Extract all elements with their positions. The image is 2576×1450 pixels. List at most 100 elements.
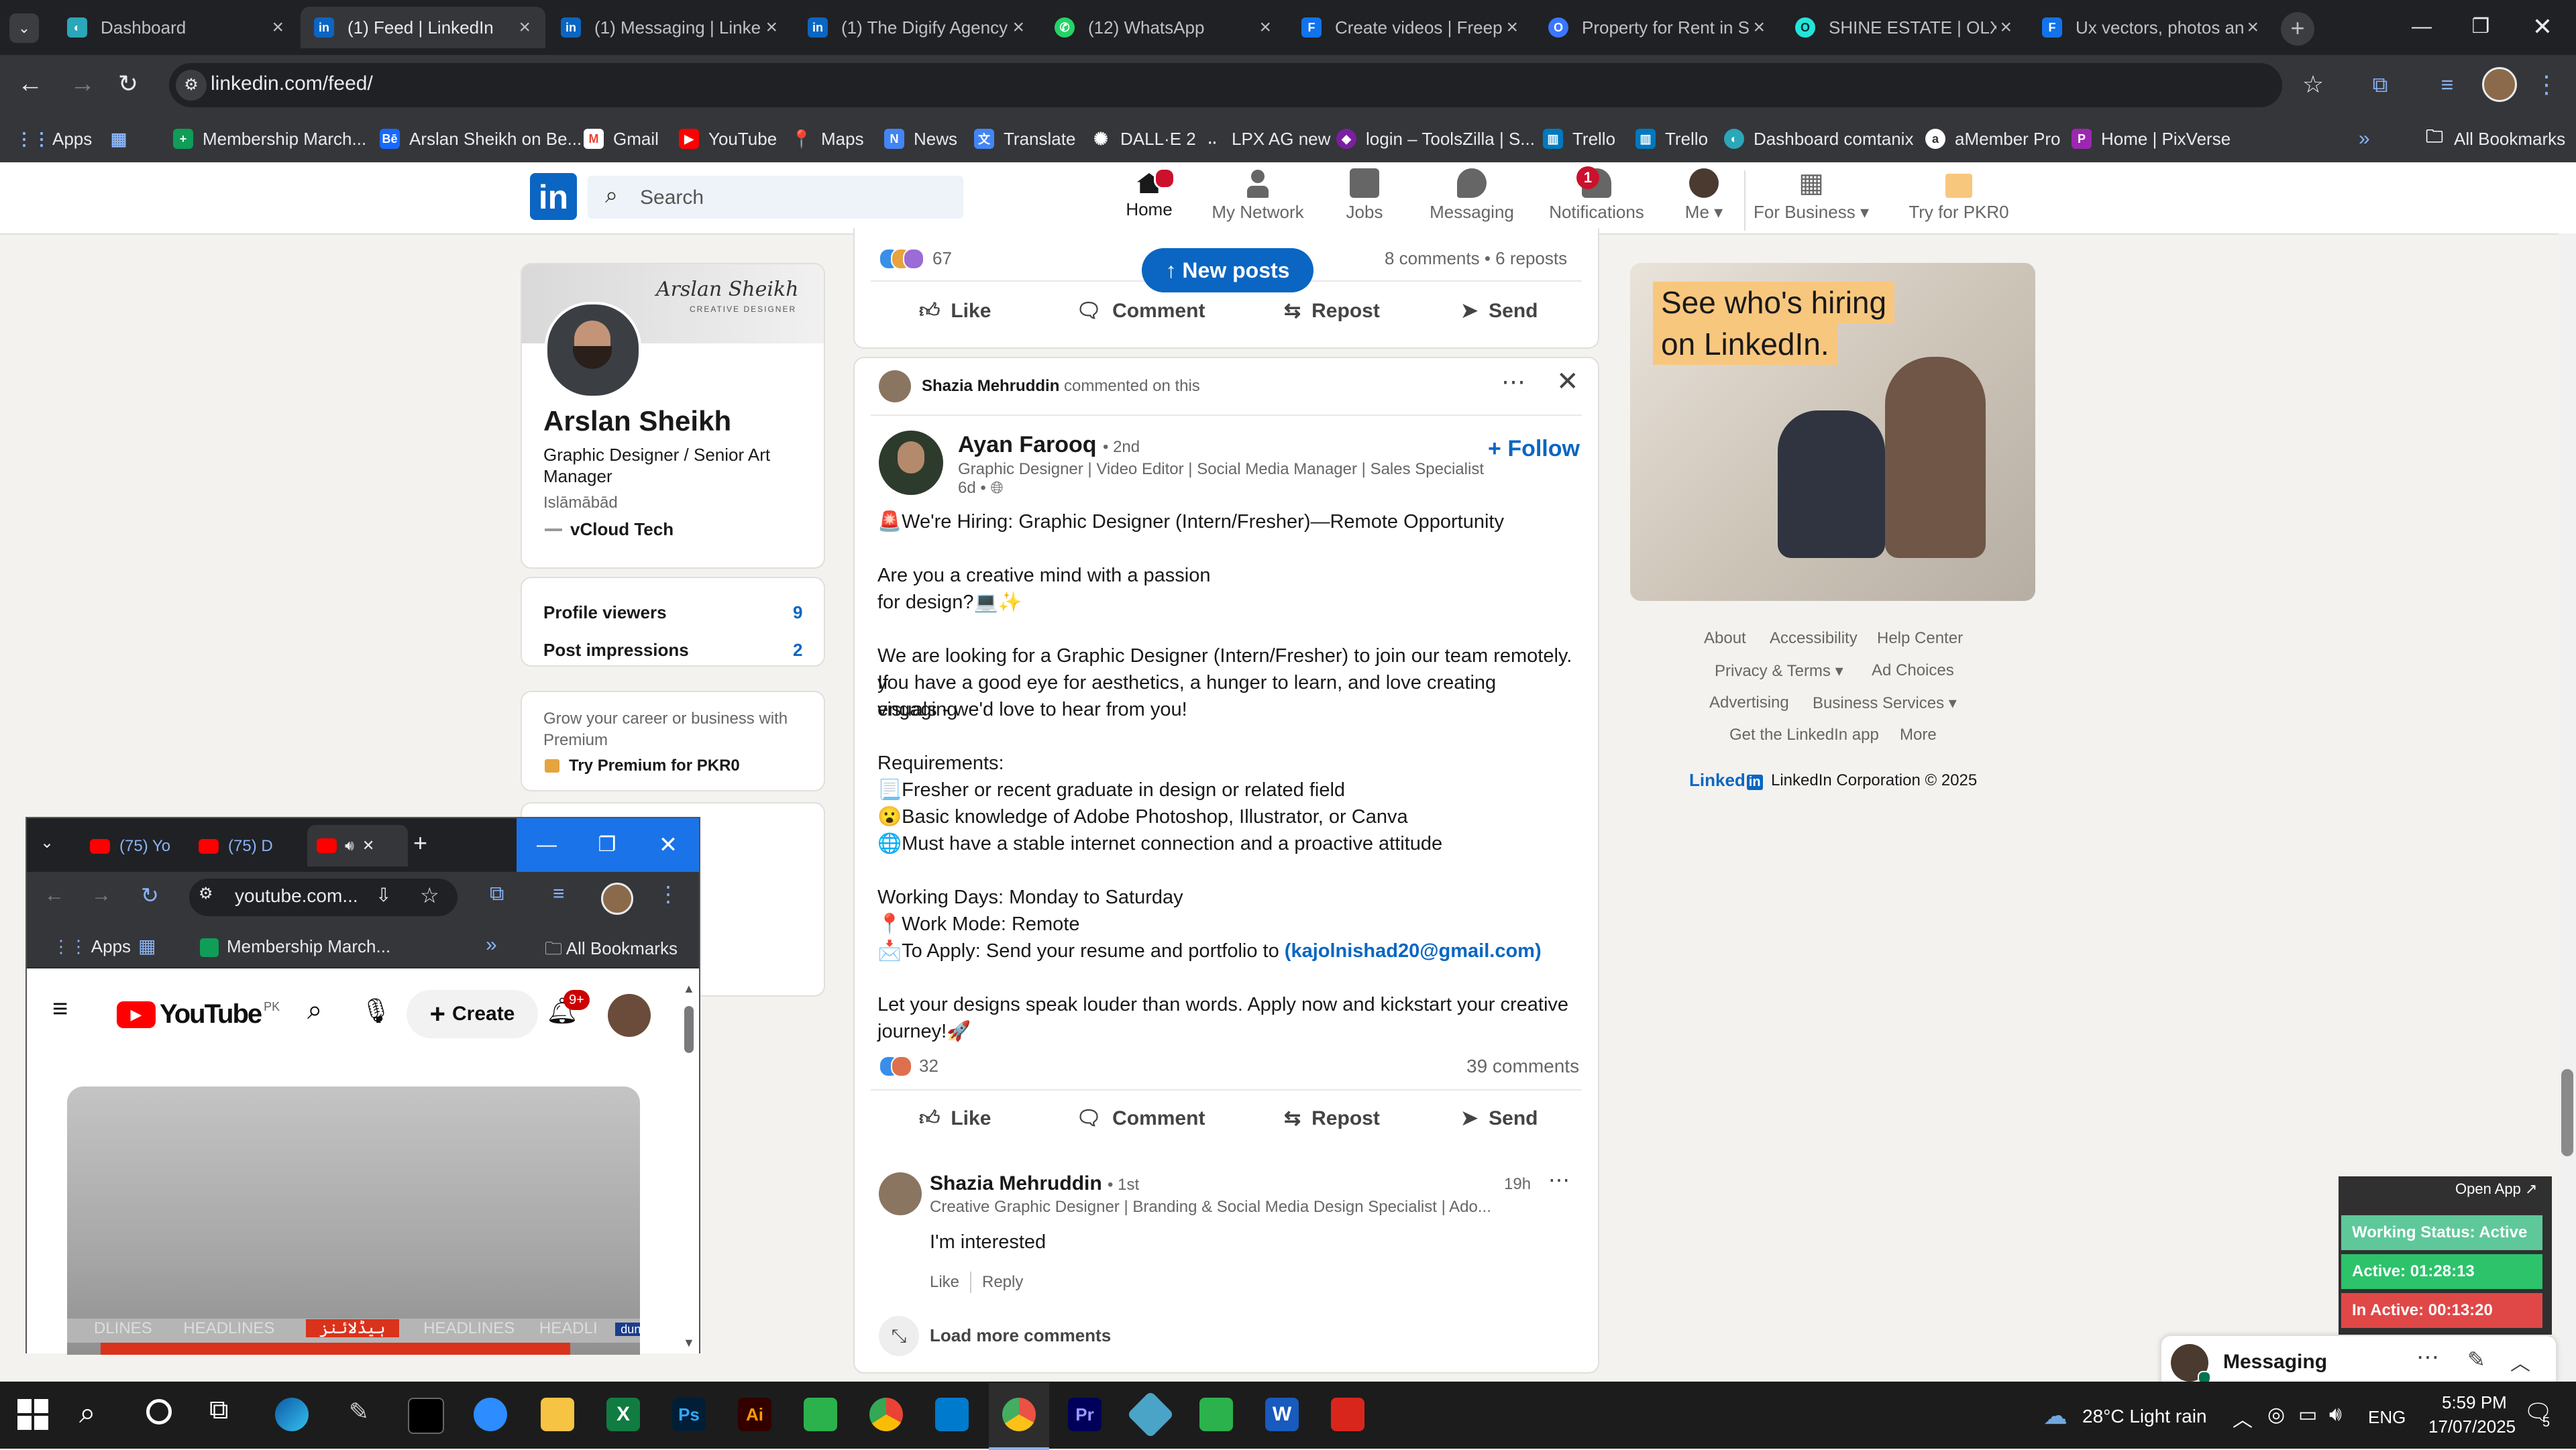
file-explorer-icon[interactable] bbox=[541, 1398, 574, 1431]
close-window-button[interactable]: ✕ bbox=[2522, 7, 2563, 47]
bookmark-dalle[interactable]: ✺ DALL·E 2 bbox=[1091, 122, 1196, 156]
popup-url[interactable]: youtube.com... bbox=[235, 885, 358, 907]
popup-tab-youtube-1[interactable]: (75) Yo bbox=[90, 829, 204, 864]
site-info-icon[interactable]: ⚙ bbox=[199, 884, 213, 903]
close-icon[interactable]: × bbox=[1259, 16, 1271, 39]
media-control-icon[interactable]: ≡ bbox=[2428, 66, 2466, 103]
tab-linkedin-feed[interactable]: in (1) Feed | LinkedIn × bbox=[301, 7, 545, 48]
task-view-icon[interactable]: ⧉ bbox=[209, 1395, 229, 1425]
close-icon[interactable]: × bbox=[2247, 16, 2259, 39]
bookmark-lpx[interactable]: ‥ LPX AG new bbox=[1202, 122, 1330, 156]
bookmark-grid-icon[interactable]: ▦ bbox=[109, 122, 138, 156]
search-box[interactable]: ⌕ Search bbox=[588, 176, 963, 219]
all-bookmarks[interactable]: 🗀 All Bookmarks bbox=[545, 936, 678, 966]
reload-icon[interactable]: ↻ bbox=[111, 67, 145, 101]
close-icon[interactable]: × bbox=[272, 16, 284, 39]
footer-link-about[interactable]: About bbox=[1704, 629, 1746, 648]
scroll-up-icon[interactable]: ▲ bbox=[683, 982, 695, 996]
bookmark-pixverse[interactable]: P Home | PixVerse bbox=[2072, 122, 2231, 156]
compose-icon[interactable]: ✎ bbox=[2467, 1347, 2485, 1372]
bookmark-apps[interactable]: ⋮⋮ Apps bbox=[52, 936, 131, 957]
start-icon[interactable] bbox=[17, 1399, 48, 1430]
footer-link-more[interactable]: More bbox=[1900, 726, 1937, 744]
popup-tab-youtube-2[interactable]: (75) D bbox=[199, 829, 313, 864]
tab-shine-estate[interactable]: O SHINE ESTATE | OLX × bbox=[1782, 7, 2027, 48]
like-button[interactable]: 👍︎ Like bbox=[919, 1107, 991, 1131]
nav-jobs[interactable]: Jobs bbox=[1318, 166, 1411, 231]
close-icon[interactable]: × bbox=[1012, 16, 1024, 39]
close-icon[interactable]: ✕ bbox=[1556, 366, 1579, 397]
nav-for-business[interactable]: ▦ For Business ▾ bbox=[1744, 166, 1878, 231]
comment-button[interactable]: 🗨︎ Comment bbox=[1076, 1107, 1205, 1130]
grid-icon[interactable]: ▦ bbox=[138, 935, 156, 957]
context-avatar[interactable] bbox=[879, 370, 911, 402]
forward-icon[interactable]: → bbox=[91, 884, 111, 907]
acrobat-icon[interactable] bbox=[1331, 1398, 1364, 1431]
back-icon[interactable]: ← bbox=[13, 67, 47, 101]
email-link[interactable]: (kajolnishad20@gmail.com) bbox=[1285, 940, 1542, 962]
site-info-icon[interactable]: ⚙ bbox=[176, 70, 207, 101]
app-green-2-icon[interactable] bbox=[1199, 1398, 1233, 1431]
new-tab-button[interactable]: + bbox=[413, 829, 427, 857]
comment-button[interactable]: 🗨︎ Comment bbox=[1076, 299, 1205, 323]
back-icon[interactable]: ← bbox=[44, 884, 64, 907]
footer-link-advertising[interactable]: Advertising bbox=[1709, 693, 1789, 712]
tab-dashboard[interactable]: ◐ Dashboard × bbox=[54, 7, 299, 48]
comment-reply-button[interactable]: Reply bbox=[982, 1273, 1023, 1292]
bookmark-apps[interactable]: ⋮⋮ Apps bbox=[15, 122, 92, 156]
comments-reposts-stats[interactable]: 8 comments • 6 reposts bbox=[1385, 248, 1567, 269]
close-icon[interactable]: × bbox=[765, 16, 777, 39]
bookmarks-overflow-icon[interactable]: » bbox=[486, 934, 497, 956]
bookmarks-overflow-icon[interactable]: » bbox=[2359, 122, 2370, 156]
open-app-button[interactable]: Open App ↗ bbox=[2455, 1180, 2537, 1198]
comments-count[interactable]: 39 comments bbox=[1466, 1056, 1579, 1077]
bookmark-star-icon[interactable]: ☆ bbox=[2294, 66, 2332, 103]
more-options-icon[interactable]: ⋯ bbox=[1501, 368, 1525, 396]
post-impressions-label[interactable]: Post impressions bbox=[543, 640, 689, 661]
extensions-icon[interactable]: ⧉ bbox=[2361, 66, 2399, 103]
footer-link-ad-choices[interactable]: Ad Choices bbox=[1872, 661, 1954, 680]
tab-linkedin-messaging[interactable]: in (1) Messaging | Linke × bbox=[547, 7, 792, 48]
search-icon[interactable]: ⌕ bbox=[307, 995, 322, 1025]
footer-link-app[interactable]: Get the LinkedIn app bbox=[1729, 726, 1879, 744]
messaging-bar[interactable]: Messaging ⋯ ✎ ︿ bbox=[2160, 1335, 2557, 1388]
bookmark-trello-2[interactable]: ▥ Trello bbox=[1635, 122, 1708, 156]
profile-name[interactable]: Arslan Sheikh bbox=[543, 405, 731, 437]
maximize-window-button[interactable]: ❐ bbox=[577, 818, 637, 872]
language-indicator[interactable]: ENG bbox=[2368, 1407, 2406, 1428]
popup-scrollbar-thumb[interactable] bbox=[684, 1006, 694, 1053]
minimize-window-button[interactable]: — bbox=[2402, 7, 2442, 47]
load-more-comments[interactable]: Load more comments bbox=[930, 1325, 1111, 1346]
close-icon[interactable]: ✕ bbox=[362, 837, 374, 854]
author-avatar[interactable] bbox=[879, 431, 943, 495]
bookmark-membership[interactable]: Membership March... bbox=[200, 936, 390, 958]
edge-icon[interactable] bbox=[275, 1398, 309, 1431]
tab-digify-agency[interactable]: in (1) The Digify Agency × bbox=[794, 7, 1039, 48]
load-more-icon[interactable]: ⤡ bbox=[879, 1316, 919, 1356]
reaction-icons[interactable] bbox=[879, 248, 924, 270]
repost-button[interactable]: ⇆ Repost bbox=[1284, 299, 1380, 323]
all-bookmarks[interactable]: 🗀 All Bookmarks bbox=[2424, 122, 2565, 156]
popup-tab-youtube-3[interactable]: 🔊︎ ✕ bbox=[307, 825, 408, 867]
bookmark-news[interactable]: N News bbox=[884, 122, 957, 156]
weather-icon[interactable]: ☁ bbox=[2043, 1402, 2068, 1430]
microphone-icon[interactable]: 🎙︎ bbox=[361, 997, 392, 1025]
close-icon[interactable]: × bbox=[519, 16, 531, 39]
minimize-window-button[interactable]: — bbox=[517, 818, 577, 872]
post-impressions-count[interactable]: 2 bbox=[793, 640, 802, 661]
zoom-icon[interactable] bbox=[474, 1398, 507, 1431]
app-green-icon[interactable] bbox=[804, 1398, 837, 1431]
commenter-name[interactable]: Shazia Mehruddin • 1st bbox=[930, 1172, 1139, 1195]
bookmark-youtube[interactable]: ▶ YouTube bbox=[679, 122, 777, 156]
bookmark-maps[interactable]: 📍 Maps bbox=[791, 122, 864, 156]
bookmark-dashboard-comtanix[interactable]: ◐ Dashboard comtanix bbox=[1724, 122, 1913, 156]
pen-tool-icon[interactable]: ✎ bbox=[342, 1398, 376, 1431]
youtube-logo[interactable]: ▶ YouTube PK bbox=[117, 999, 280, 1029]
search-icon[interactable]: ⌕ bbox=[79, 1396, 96, 1430]
bookmark-toolszilla[interactable]: ◆ login – ToolsZilla | S... bbox=[1336, 122, 1535, 156]
premium-link[interactable]: Try Premium for PKR0 bbox=[569, 757, 740, 775]
bookmark-membership[interactable]: + Membership March... bbox=[173, 122, 366, 156]
new-tab-button[interactable]: + bbox=[2281, 12, 2314, 46]
video-thumbnail[interactable]: DLINES HEADLINES ہیڈلائنز HEADLINES HEAD… bbox=[67, 1086, 640, 1355]
extensions-icon[interactable]: ⧉ bbox=[490, 883, 504, 905]
